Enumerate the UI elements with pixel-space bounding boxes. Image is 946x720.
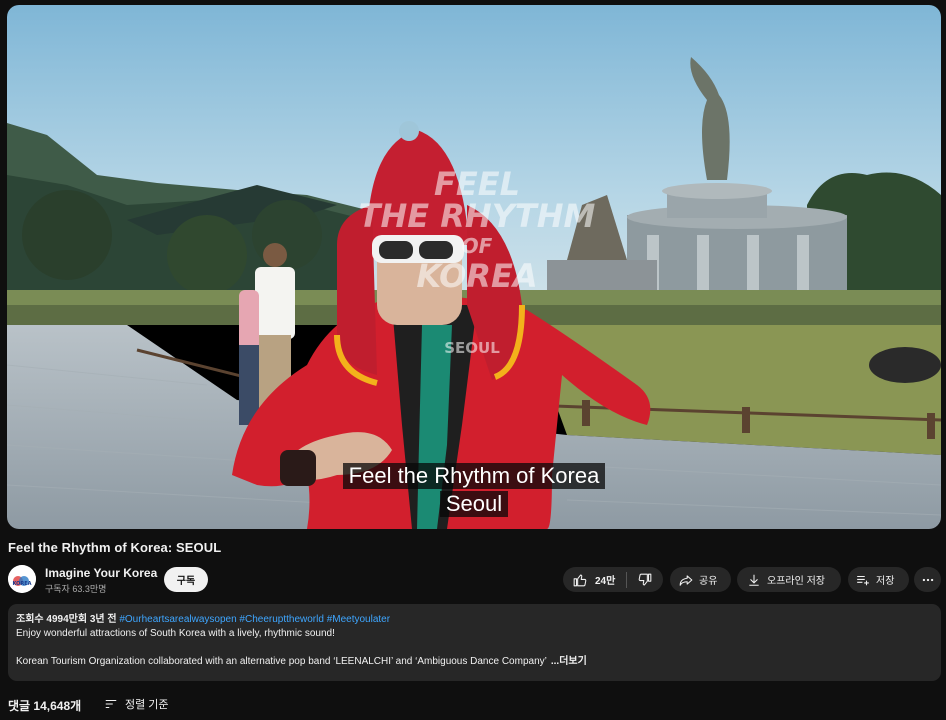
subscribe-button[interactable]: 구독	[164, 567, 208, 592]
upload-age: 3년 전	[89, 614, 117, 625]
video-click-area[interactable]	[7, 5, 941, 529]
description-line-2: Korean Tourism Organization collaborated…	[16, 656, 547, 667]
sort-icon	[105, 699, 117, 709]
more-actions-button[interactable]	[914, 567, 941, 592]
share-label: 공유	[699, 576, 718, 587]
description-box[interactable]: 조회수 4994만회 3년 전 #Ourheartsarealwaysopen …	[8, 604, 941, 681]
like-button[interactable]: 24만	[563, 567, 626, 592]
description-line-1: Enjoy wonderful attractions of South Kor…	[16, 628, 335, 639]
view-count: 조회수 4994만회	[16, 614, 88, 625]
avatar-text: KOREA	[12, 581, 31, 587]
more-horiz-icon	[922, 578, 933, 581]
hashtags[interactable]: #Ourheartsarealwaysopen #Cheerupttheworl…	[119, 614, 390, 625]
video-player[interactable]: FEEL THE RHYTHM OF KOREA SEOUL Feel the …	[7, 5, 941, 529]
thumbs-up-icon	[573, 574, 587, 586]
download-label: 오프라인 저장	[767, 576, 825, 587]
save-label: 저장	[876, 576, 895, 587]
description-line-2-row: Korean Tourism Organization collaborated…	[16, 655, 933, 669]
subscriber-count: 구독자 63.3만명	[45, 584, 107, 594]
channel-avatar[interactable]: KOREA	[8, 565, 36, 593]
sort-label: 정렬 기준	[125, 699, 169, 711]
save-button[interactable]: 저장	[848, 567, 909, 592]
download-icon	[749, 574, 759, 586]
dislike-button[interactable]	[627, 567, 663, 592]
share-button[interactable]: 공유	[670, 567, 731, 592]
imagine-your-korea-logo-icon: KOREA	[8, 565, 36, 593]
like-count: 24만	[595, 576, 616, 587]
channel-name[interactable]: Imagine Your Korea	[45, 566, 157, 580]
sort-comments-button[interactable]: 정렬 기준	[104, 694, 169, 714]
video-title: Feel the Rhythm of Korea: SEOUL	[8, 540, 222, 555]
like-dislike-group: 24만	[563, 567, 663, 592]
thumbs-down-icon	[638, 573, 652, 585]
share-icon	[679, 574, 693, 586]
comments-count: 댓글 14,648개	[8, 699, 82, 713]
download-button[interactable]: 오프라인 저장	[737, 567, 841, 592]
playlist-add-icon	[857, 575, 869, 585]
show-more-button[interactable]: ...더보기	[551, 656, 587, 667]
description-meta-line: 조회수 4994만회 3년 전 #Ourheartsarealwaysopen …	[16, 613, 933, 627]
